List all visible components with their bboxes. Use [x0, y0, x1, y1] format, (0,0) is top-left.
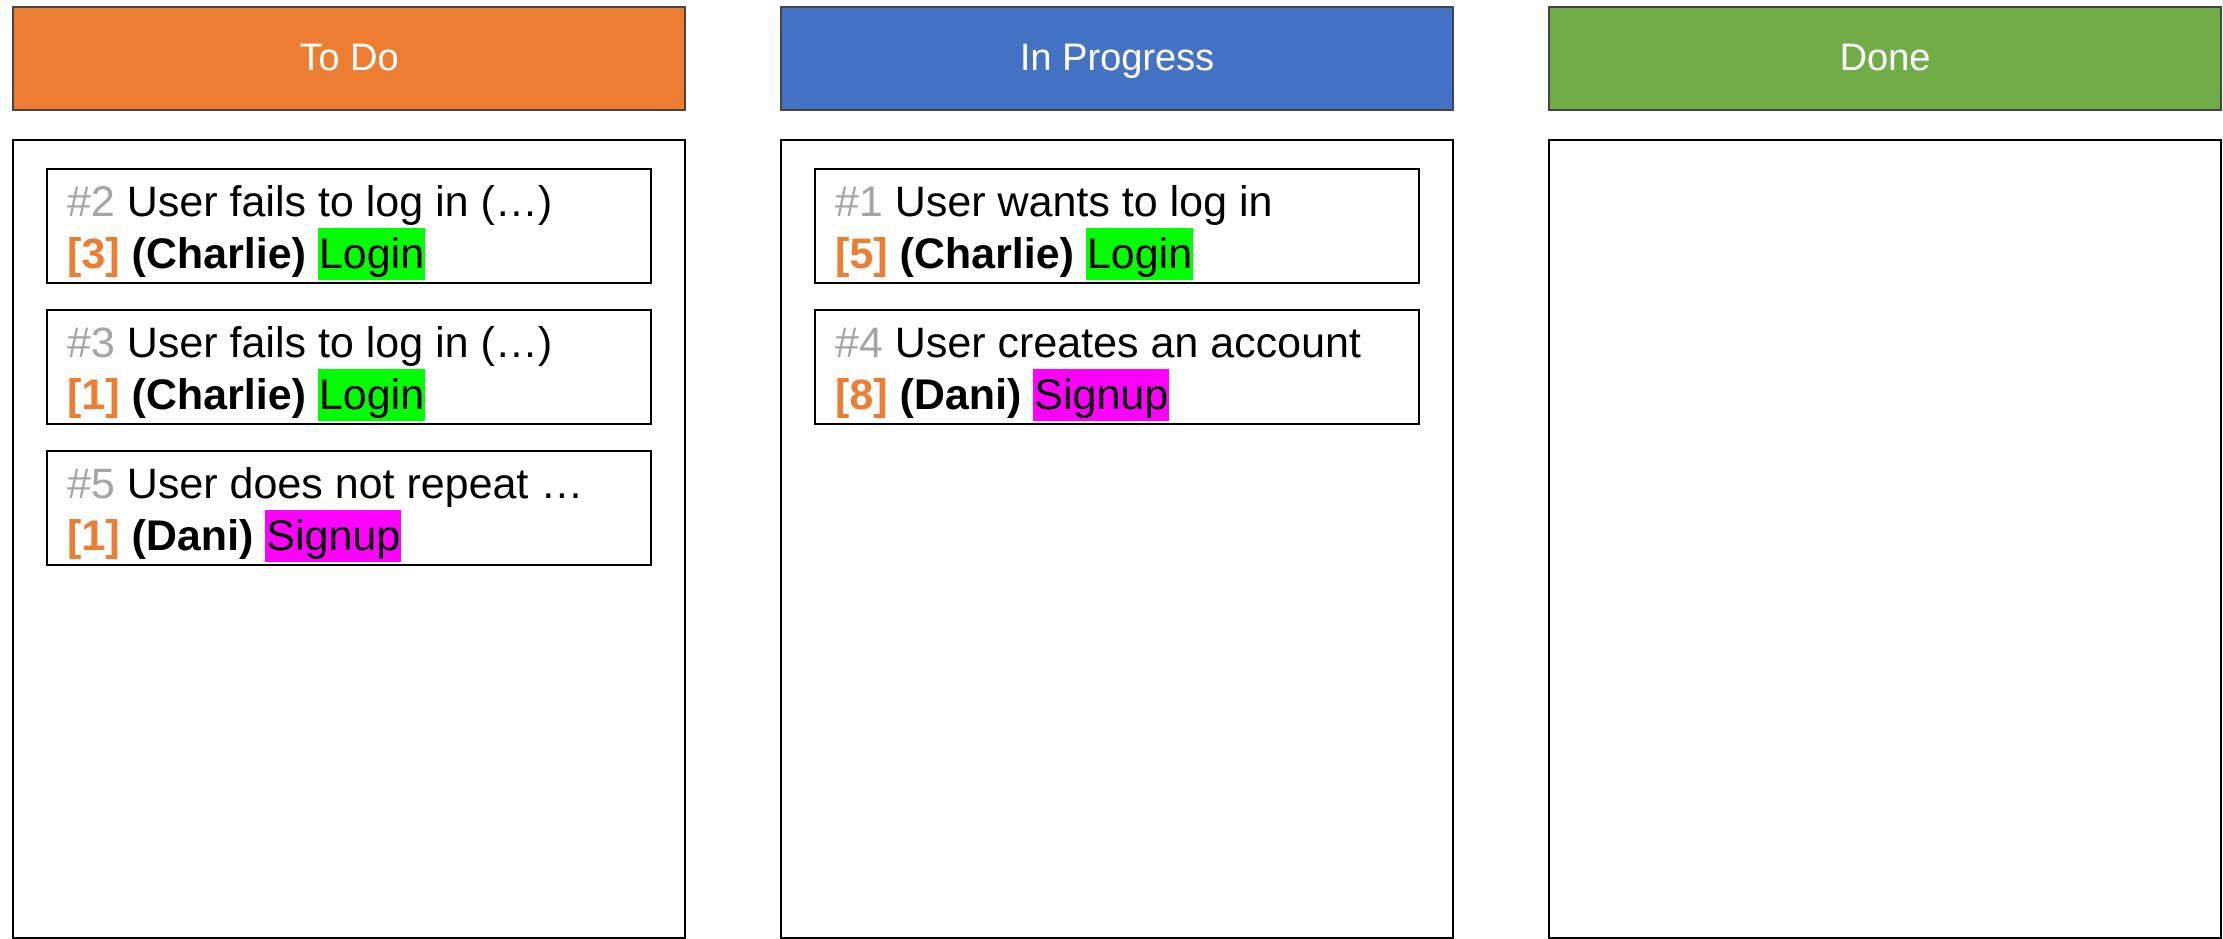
story-points: [5]: [835, 230, 888, 278]
card-title-line: #3 User fails to log in (…): [67, 317, 650, 369]
task-card[interactable]: #2 User fails to log in (…) [3] (Charlie…: [46, 168, 652, 284]
card-meta-line: [1] (Charlie) Login: [67, 369, 650, 421]
card-id: #4: [835, 319, 883, 367]
assignee: (Dani): [899, 371, 1022, 419]
task-card[interactable]: #3 User fails to log in (…) [1] (Charlie…: [46, 309, 652, 425]
column-todo: #2 User fails to log in (…) [3] (Charlie…: [12, 139, 686, 939]
card-title: User fails to log in (…): [126, 178, 553, 226]
assignee: (Charlie): [131, 371, 306, 419]
card-title: User creates an account: [894, 319, 1361, 367]
column-header-in-progress[interactable]: In Progress: [780, 6, 1454, 111]
label-tag: Login: [317, 228, 426, 280]
card-title-line: #1 User wants to log in: [835, 176, 1418, 228]
story-points: [8]: [835, 371, 888, 419]
story-points: [1]: [67, 512, 120, 560]
column-done: [1548, 139, 2222, 939]
card-title-line: #5 User does not repeat …: [67, 458, 650, 510]
card-title: User does not repeat …: [126, 460, 584, 508]
label-tag: Signup: [1033, 369, 1170, 421]
label-tag: Login: [1085, 228, 1194, 280]
card-meta-line: [8] (Dani) Signup: [835, 369, 1418, 421]
column-title: Done: [1839, 37, 1931, 79]
label-tag: Login: [317, 369, 426, 421]
card-title: User fails to log in (…): [126, 319, 553, 367]
card-title-line: #4 User creates an account: [835, 317, 1418, 369]
column-title: In Progress: [1019, 37, 1215, 79]
task-card[interactable]: #5 User does not repeat … [1] (Dani) Sig…: [46, 450, 652, 566]
card-title: User wants to log in: [894, 178, 1273, 226]
label-tag: Signup: [265, 510, 402, 562]
task-card[interactable]: #1 User wants to log in [5] (Charlie) Lo…: [814, 168, 1420, 284]
story-points: [1]: [67, 371, 120, 419]
assignee: (Charlie): [131, 230, 306, 278]
card-meta-line: [3] (Charlie) Login: [67, 228, 650, 280]
column-title: To Do: [299, 37, 399, 79]
card-meta-line: [5] (Charlie) Login: [835, 228, 1418, 280]
column-in-progress: #1 User wants to log in [5] (Charlie) Lo…: [780, 139, 1454, 939]
column-header-todo[interactable]: To Do: [12, 6, 686, 111]
card-id: #2: [67, 178, 115, 226]
card-meta-line: [1] (Dani) Signup: [67, 510, 650, 562]
card-id: #5: [67, 460, 115, 508]
assignee: (Charlie): [899, 230, 1074, 278]
task-card[interactable]: #4 User creates an account [8] (Dani) Si…: [814, 309, 1420, 425]
column-header-done[interactable]: Done: [1548, 6, 2222, 111]
card-title-line: #2 User fails to log in (…): [67, 176, 650, 228]
card-id: #1: [835, 178, 883, 226]
card-id: #3: [67, 319, 115, 367]
assignee: (Dani): [131, 512, 254, 560]
story-points: [3]: [67, 230, 120, 278]
